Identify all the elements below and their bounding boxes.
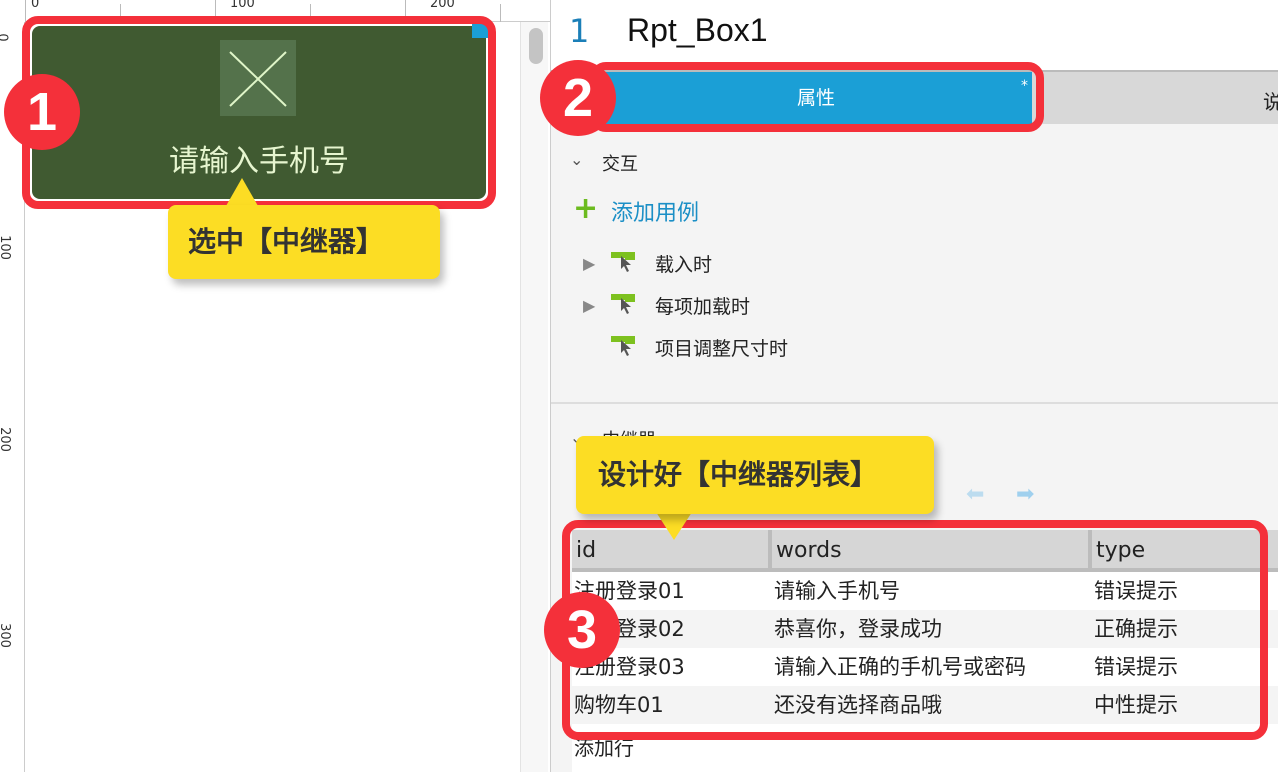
arrow-left-icon[interactable]: ⬅ bbox=[966, 482, 984, 507]
event-on-load[interactable]: 载入时 bbox=[655, 250, 712, 277]
plus-icon[interactable]: + bbox=[573, 194, 598, 224]
ruler-label: 100 bbox=[230, 0, 255, 11]
expand-arrow-icon[interactable]: ▶ bbox=[583, 296, 595, 315]
canvas-scrollbar[interactable] bbox=[520, 22, 548, 772]
callout-pointer bbox=[656, 512, 692, 540]
highlight-box-2 bbox=[590, 62, 1044, 132]
ruler-label: 300 bbox=[0, 623, 12, 648]
divider bbox=[551, 402, 1278, 404]
inspector-header: 1 Rpt_Box1 bbox=[551, 0, 1278, 70]
event-cursor-icon bbox=[611, 336, 635, 358]
expand-arrow-icon[interactable]: ▶ bbox=[583, 254, 595, 273]
widget-name[interactable]: Rpt_Box1 bbox=[627, 12, 768, 49]
highlight-box-3 bbox=[562, 520, 1268, 740]
scrollbar-thumb[interactable] bbox=[529, 28, 543, 64]
ruler-label: 200 bbox=[0, 427, 12, 452]
widget-index: 1 bbox=[569, 12, 590, 50]
highlight-box-1 bbox=[22, 16, 496, 209]
event-list: ▶ 载入时 ▶ 每项加载时 项目调整尺寸时 bbox=[583, 250, 883, 370]
event-item-loaded[interactable]: 每项加载时 bbox=[655, 292, 750, 319]
step-badge-1: 1 bbox=[4, 74, 80, 150]
event-cursor-icon bbox=[611, 252, 635, 274]
callout-design-list: 设计好【中继器列表】 bbox=[576, 436, 934, 514]
ruler-label: 200 bbox=[430, 0, 455, 11]
event-item-resize[interactable]: 项目调整尺寸时 bbox=[655, 334, 788, 361]
event-cursor-icon bbox=[611, 294, 635, 316]
arrow-right-icon[interactable]: ➡ bbox=[1016, 482, 1034, 507]
ruler-label: 100 bbox=[0, 235, 12, 260]
step-badge-3: 3 bbox=[544, 592, 620, 668]
callout-select-repeater: 选中【中继器】 bbox=[168, 205, 440, 279]
step-badge-2: 2 bbox=[540, 60, 616, 136]
add-case-link[interactable]: 添加用例 bbox=[611, 195, 699, 227]
chevron-down-icon[interactable]: ⌄ bbox=[570, 150, 583, 169]
tab-notes[interactable]: 说 bbox=[1263, 86, 1278, 115]
callout-pointer bbox=[226, 178, 258, 206]
ruler-label: 0 bbox=[0, 33, 10, 41]
ruler-label: 0 bbox=[31, 0, 40, 11]
section-interaction[interactable]: 交互 bbox=[602, 150, 638, 176]
